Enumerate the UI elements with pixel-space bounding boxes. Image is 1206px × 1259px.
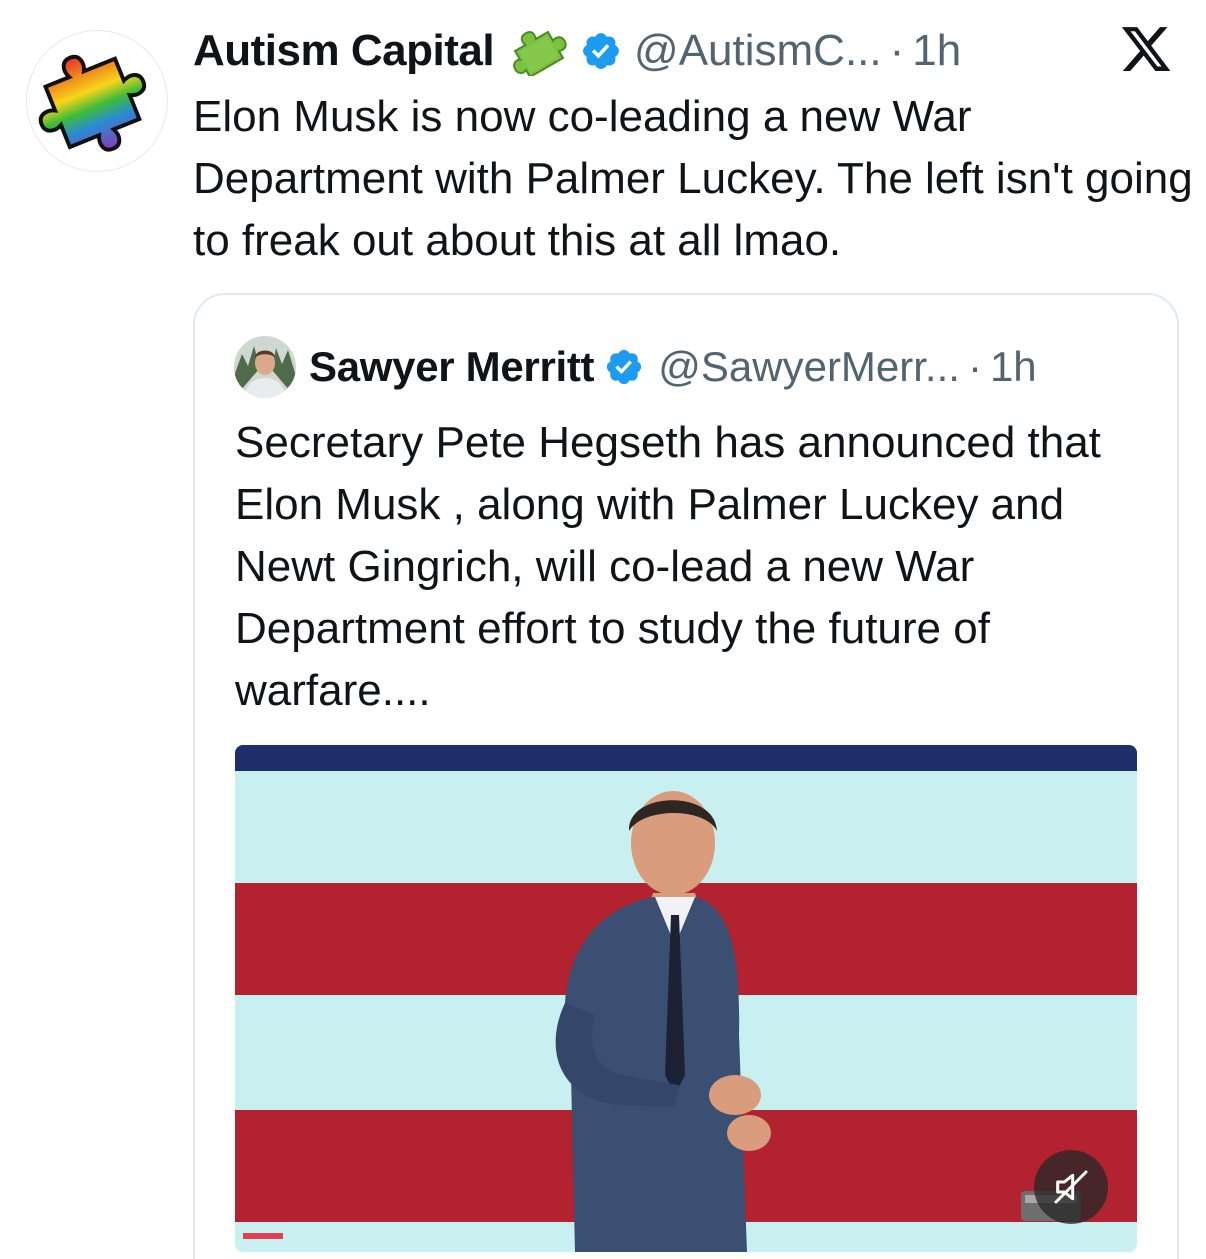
quoted-tweet-text: Secretary Pete Hegseth has announced tha…	[235, 418, 1101, 715]
author-avatar[interactable]	[26, 30, 168, 172]
tweet-timestamp[interactable]: 1h	[912, 26, 961, 76]
profile-photo-icon	[234, 336, 296, 398]
verified-badge-icon	[607, 349, 642, 385]
rainbow-puzzle-avatar-icon	[38, 54, 147, 152]
quoted-tweet-header: Sawyer Merritt @SawyerMerr... · 1h	[309, 338, 1037, 396]
quoted-tweet-timestamp[interactable]: 1h	[990, 343, 1037, 391]
quoted-author-avatar[interactable]	[234, 336, 296, 398]
video-player[interactable]	[235, 745, 1137, 1252]
video-thumbnail	[235, 745, 1137, 1252]
x-logo-icon[interactable]	[1118, 22, 1174, 76]
author-display-name[interactable]: Autism Capital	[193, 26, 495, 76]
separator-dot: ·	[967, 343, 982, 390]
verified-badge-icon	[583, 33, 619, 69]
speaker-muted-icon	[1054, 1170, 1088, 1204]
puzzle-piece-icon	[513, 30, 567, 76]
quoted-author-display-name[interactable]: Sawyer Merritt	[309, 343, 595, 391]
tweet-header: Autism Capital @AutismC... · 1h	[193, 22, 961, 80]
tweet-text: Elon Musk is now co-leading a new War De…	[193, 92, 1193, 265]
mute-toggle-button[interactable]	[1034, 1150, 1108, 1224]
separator-dot: ·	[889, 26, 905, 75]
author-handle[interactable]: @AutismC...	[634, 26, 882, 76]
quoted-author-handle[interactable]: @SawyerMerr...	[658, 343, 960, 391]
